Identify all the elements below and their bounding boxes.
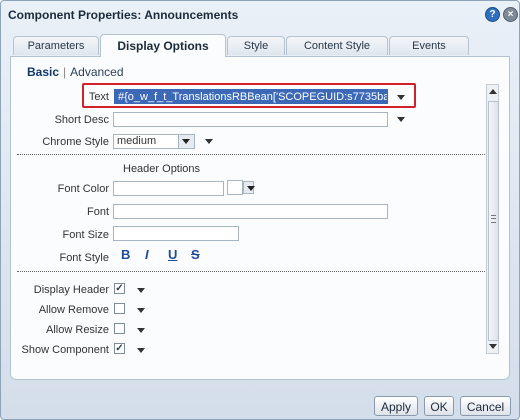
scroll-up-arrow-icon[interactable] — [489, 89, 497, 94]
subtab-basic[interactable]: Basic — [27, 65, 59, 79]
apply-button[interactable]: Apply — [374, 396, 418, 416]
short-desc-label: Short Desc — [54, 114, 109, 126]
help-icon[interactable]: ? — [485, 7, 500, 22]
vertical-scrollbar[interactable] — [486, 84, 499, 354]
short-desc-menu-arrow-icon[interactable] — [397, 117, 405, 122]
tab-content-style[interactable]: Content Style — [286, 36, 388, 55]
font-color-label: Font Color — [57, 183, 109, 195]
tab-style[interactable]: Style — [227, 36, 285, 55]
color-picker-arrow-icon[interactable] — [243, 181, 255, 194]
short-desc-input[interactable] — [113, 112, 388, 127]
allow-resize-menu-arrow-icon[interactable] — [137, 328, 145, 333]
scroll-thumb[interactable] — [488, 101, 499, 341]
allow-remove-menu-arrow-icon[interactable] — [137, 308, 145, 313]
text-label: Text — [88, 91, 109, 103]
allow-remove-checkbox[interactable] — [114, 303, 125, 314]
display-header-label: Display Header — [33, 284, 109, 296]
show-component-menu-arrow-icon[interactable] — [137, 348, 145, 353]
tab-display-options[interactable]: Display Options — [100, 34, 226, 57]
italic-icon[interactable]: I — [145, 247, 149, 262]
section-divider-top — [17, 154, 487, 155]
cancel-button[interactable]: Cancel — [460, 396, 511, 416]
chrome-style-menu-arrow-icon[interactable] — [205, 139, 213, 144]
display-options-panel: Basic | Advanced Text #{o_w_f_t_Translatio… — [10, 56, 510, 380]
close-icon[interactable]: × — [503, 7, 518, 22]
allow-resize-label: Allow Resize — [46, 324, 109, 336]
subtab-separator: | — [63, 65, 67, 79]
dialog-title: Component Properties: Announcements — [8, 8, 239, 22]
subtab-advanced[interactable]: Advanced — [70, 65, 123, 79]
font-size-input[interactable] — [113, 226, 239, 241]
bold-icon[interactable]: B — [121, 247, 130, 262]
font-input[interactable] — [113, 204, 388, 219]
color-swatch[interactable] — [227, 180, 243, 195]
display-header-menu-arrow-icon[interactable] — [137, 288, 145, 293]
font-size-label: Font Size — [62, 229, 109, 241]
text-input[interactable]: #{o_w_f_t_TranslationsRBBean['SCOPEGUID:… — [114, 89, 388, 104]
display-header-checkbox[interactable]: ✓ — [114, 283, 125, 294]
subtab-switcher: Basic | Advanced — [27, 65, 124, 79]
tab-events[interactable]: Events — [389, 36, 469, 55]
component-properties-dialog: Component Properties: Announcements ? × … — [0, 0, 520, 420]
show-component-label: Show Component — [21, 344, 109, 356]
section-divider-bottom — [17, 271, 487, 272]
show-component-checkbox[interactable]: ✓ — [114, 343, 125, 354]
chevron-down-icon[interactable] — [178, 135, 194, 148]
font-label: Font — [86, 206, 109, 218]
chrome-style-value: medium — [117, 135, 157, 147]
ok-button[interactable]: OK — [424, 396, 454, 416]
font-style-label: Font Style — [59, 252, 109, 264]
allow-remove-label: Allow Remove — [38, 304, 109, 316]
chrome-style-select[interactable]: medium — [113, 134, 195, 149]
text-menu-arrow-icon[interactable] — [397, 95, 405, 100]
strikethrough-icon[interactable]: S — [191, 247, 200, 262]
dialog-titlebar[interactable]: Component Properties: Announcements ? × — [1, 1, 519, 29]
header-options-heading: Header Options — [123, 163, 201, 175]
underline-icon[interactable]: U — [168, 247, 177, 262]
scroll-down-arrow-icon[interactable] — [489, 344, 497, 349]
font-color-input[interactable] — [113, 181, 224, 196]
allow-resize-checkbox[interactable] — [114, 323, 125, 334]
chrome-style-label: Chrome Style — [42, 136, 109, 148]
tab-bar: Parameters Display Options Style Content… — [9, 34, 509, 57]
grip-icon — [491, 215, 496, 223]
font-style-toolbar: B I U S — [121, 247, 221, 265]
tab-parameters[interactable]: Parameters — [13, 36, 99, 55]
